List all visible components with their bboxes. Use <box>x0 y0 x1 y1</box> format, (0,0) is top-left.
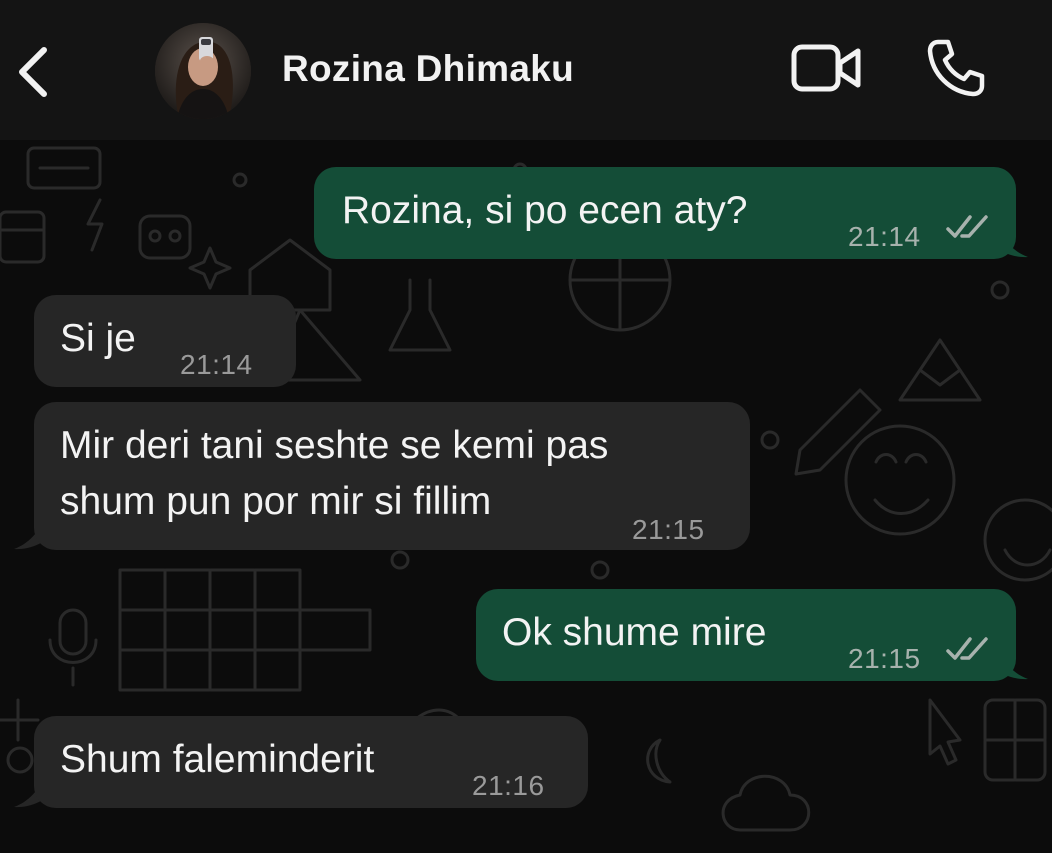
chat-screen: Rozina Dhimaku Rozina, si po ecen aty? 2… <box>0 0 1052 853</box>
outgoing-message[interactable]: Rozina, si po ecen aty? 21:14 <box>314 167 1016 259</box>
double-check-icon <box>946 637 988 660</box>
chat-header: Rozina Dhimaku <box>0 0 1052 140</box>
message-timestamp: 21:15 <box>848 643 921 674</box>
avatar[interactable] <box>155 23 251 119</box>
chevron-left-icon <box>19 47 47 97</box>
message-timestamp: 21:14 <box>180 349 253 380</box>
message-text: Ok shume mire <box>502 611 767 654</box>
video-camera-icon <box>791 44 861 92</box>
avatar-photo <box>155 23 251 119</box>
outgoing-message[interactable]: Ok shume mire 21:15 <box>476 589 1016 681</box>
incoming-message[interactable]: Shum faleminderit 21:16 <box>34 716 588 808</box>
message-timestamp: 21:15 <box>632 514 705 545</box>
message-text: Rozina, si po ecen aty? <box>342 189 748 232</box>
incoming-message[interactable]: Mir deri tani seshte se kemi pas shum pu… <box>34 402 750 550</box>
contact-name[interactable]: Rozina Dhimaku <box>282 48 574 90</box>
voice-call-button[interactable] <box>922 36 990 100</box>
message-text: Shum faleminderit <box>60 738 375 781</box>
back-button[interactable] <box>8 38 56 106</box>
message-timestamp: 21:14 <box>848 221 921 252</box>
message-timestamp: 21:16 <box>472 770 545 801</box>
incoming-message[interactable]: Si je 21:14 <box>34 295 296 387</box>
message-text: Mir deri tani seshte se kemi pas shum pu… <box>60 424 609 523</box>
phone-icon <box>927 39 985 97</box>
video-call-button[interactable] <box>786 40 866 96</box>
double-check-icon <box>946 215 988 238</box>
message-text: Si je <box>60 317 136 360</box>
message-list[interactable]: Rozina, si po ecen aty? 21:14 Si je 21:1… <box>0 140 1052 853</box>
